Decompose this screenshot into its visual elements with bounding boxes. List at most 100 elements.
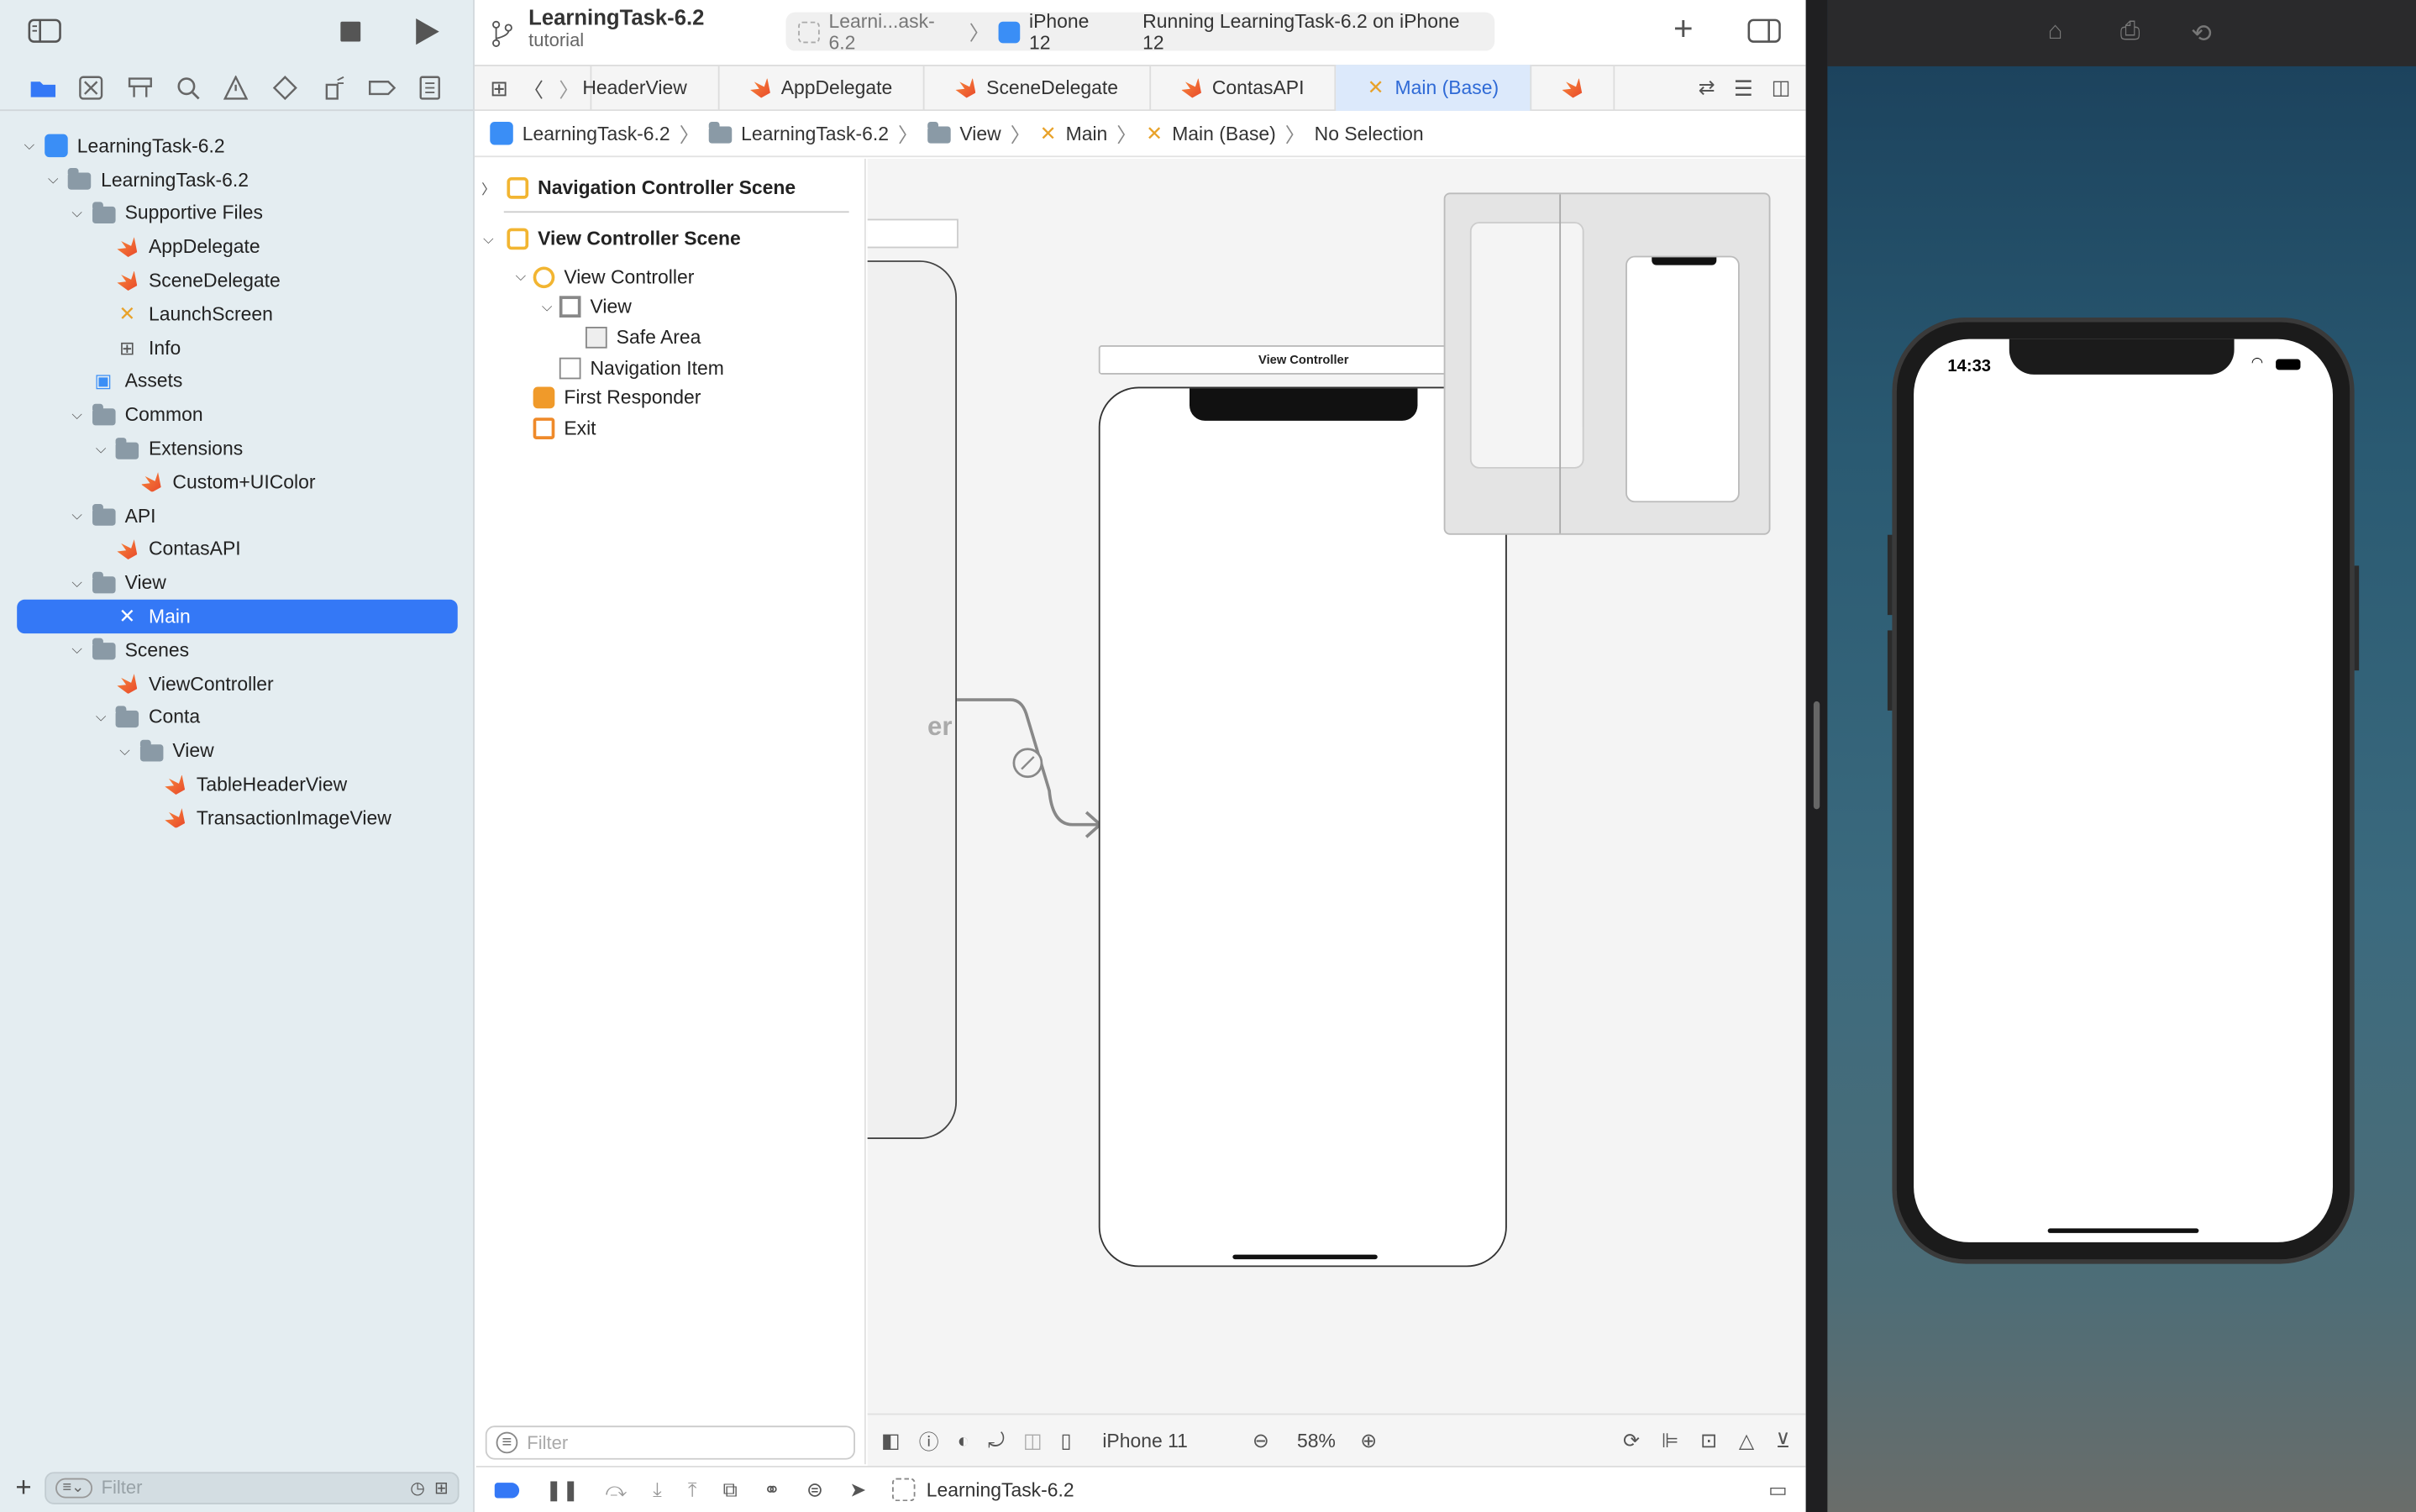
disclosure-expanded-icon[interactable]: ⌵ — [114, 743, 136, 759]
disclosure-collapsed-icon[interactable]: 〉 — [476, 178, 501, 198]
segue-arrow[interactable] — [957, 683, 1103, 853]
inspector-toggle-icon[interactable] — [1747, 18, 1781, 43]
find-navigator-tab[interactable] — [164, 70, 213, 103]
filter-options-icon[interactable]: ≡⌄ — [55, 1477, 92, 1498]
add-icon[interactable]: + — [15, 1471, 31, 1504]
memory-graph-icon[interactable]: ⚭ — [764, 1478, 780, 1502]
editor-tab[interactable]: SceneDelegate — [925, 65, 1151, 112]
overflow-tab[interactable] — [1531, 65, 1615, 112]
align-icon[interactable]: ⊫ — [1662, 1428, 1679, 1452]
outline-item[interactable]: Safe Area — [476, 323, 864, 353]
scheme-selector[interactable]: Learni...ask-6.2 〉 iPhone 12 Running Lea… — [785, 10, 1495, 53]
editor-tab[interactable]: ✕ Main (Base) — [1336, 65, 1531, 112]
sidebar-toggle-icon[interactable] — [28, 18, 61, 43]
outline-item[interactable]: First Responder — [476, 383, 864, 413]
file-tree-item[interactable]: ⊞ Info — [0, 331, 475, 365]
disclosure-expanded-icon[interactable]: ⌵ — [66, 575, 88, 591]
location-icon[interactable]: ➤ — [849, 1478, 866, 1502]
navigator-filter-field[interactable]: ≡⌄ Filter ◷ ⊞ — [44, 1471, 460, 1504]
iphone-screen[interactable]: 14:33 ◠ — [1914, 339, 2333, 1242]
debug-navigator-tab[interactable] — [309, 70, 358, 103]
editor-tab[interactable]: ContasAPI — [1150, 65, 1337, 112]
file-tree-item[interactable]: ✕ LaunchScreen — [0, 297, 475, 331]
outline-scene[interactable]: ⌵ View Controller Scene — [476, 216, 864, 262]
file-tree-item[interactable]: ⌵ Extensions — [0, 432, 475, 465]
report-navigator-tab[interactable] — [406, 70, 454, 103]
disclosure-expanded-icon[interactable]: ⌵ — [508, 269, 533, 286]
jump-bar-segment[interactable]: No Selection — [1315, 123, 1424, 144]
file-tree-item[interactable]: ContasAPI — [0, 533, 475, 566]
symbol-navigator-tab[interactable] — [115, 70, 164, 103]
add-constraints-icon[interactable]: ⊡ — [1700, 1428, 1717, 1452]
storyboard-canvas[interactable]: er View Controller — [867, 158, 1806, 1414]
jump-bar-segment[interactable]: ✕ Main — [1040, 121, 1108, 145]
device-selector[interactable]: iPhone 11 — [1102, 1430, 1188, 1452]
pause-icon[interactable]: ❚❚ — [545, 1478, 579, 1502]
disclosure-expanded-icon[interactable]: ⌵ — [66, 205, 88, 222]
editor-tab[interactable]: HeaderView — [582, 65, 720, 112]
outline-scene[interactable]: 〉 Navigation Controller Scene — [476, 165, 864, 211]
breakpoint-navigator-tab[interactable] — [358, 70, 407, 103]
file-tree-item[interactable]: Custom+UIColor — [0, 465, 475, 499]
swap-icon[interactable]: ⇄ — [1699, 76, 1715, 100]
step-into-icon[interactable]: ⤓ — [653, 1478, 662, 1502]
jump-bar-segment[interactable]: ✕ Main (Base) — [1146, 121, 1276, 145]
file-tree-item[interactable]: SceneDelegate — [0, 264, 475, 297]
outline-item[interactable]: Exit — [476, 413, 864, 444]
file-tree-item[interactable]: ⌵ Conta — [0, 701, 475, 734]
file-tree-item[interactable]: ⌵ API — [0, 499, 475, 533]
device-phone-icon[interactable]: ▯ — [1061, 1428, 1072, 1452]
outline-toggle-icon[interactable]: ◧ — [881, 1428, 901, 1452]
step-out-icon[interactable]: ⤒ — [688, 1478, 697, 1502]
view-debugger-icon[interactable]: ⧉ — [723, 1478, 738, 1502]
file-tree-item[interactable]: ViewController — [0, 667, 475, 701]
update-frames-icon[interactable]: ⟳ — [1623, 1428, 1640, 1452]
appearance-icon[interactable]: ◐ — [958, 1429, 969, 1452]
disclosure-expanded-icon[interactable]: ⌵ — [66, 407, 88, 423]
zoom-in-icon[interactable]: ⊕ — [1360, 1428, 1377, 1452]
file-tree-item[interactable]: ⌵ LearningTask-6.2 — [0, 163, 475, 197]
editor-tab[interactable]: AppDelegate — [719, 65, 925, 112]
file-tree-item[interactable]: TransactionImageView — [0, 801, 475, 835]
disclosure-expanded-icon[interactable]: ⌵ — [534, 299, 559, 316]
back-icon[interactable]: 〈 — [523, 73, 544, 102]
recent-files-icon[interactable]: ◷ — [410, 1478, 425, 1498]
jump-bar-segment[interactable]: LearningTask-6.2 — [708, 121, 889, 144]
file-tree-item[interactable]: ⌵ View — [0, 734, 475, 768]
grid-icon[interactable]: ⊞ — [490, 75, 508, 101]
run-icon[interactable] — [413, 17, 441, 46]
disclosure-expanded-icon[interactable]: ⌵ — [66, 507, 88, 524]
jump-bar-segment[interactable]: View — [927, 121, 1001, 144]
editor-options-icon[interactable]: ☰ — [1734, 75, 1753, 101]
forward-icon[interactable]: 〉 — [559, 73, 579, 102]
file-tree-item[interactable]: TableHeaderView — [0, 768, 475, 801]
debug-area-toggle-icon[interactable]: ▭ — [1768, 1478, 1788, 1502]
add-editor-icon[interactable]: ◫ — [1772, 76, 1791, 100]
outline-item[interactable]: ⌵ View — [476, 292, 864, 323]
navigation-controller-scene[interactable]: er — [867, 260, 958, 1139]
disclosure-expanded-icon[interactable]: ⌵ — [42, 171, 64, 188]
file-tree-item[interactable]: ⌵ Scenes — [0, 633, 475, 667]
step-over-icon[interactable]: ⤼ — [605, 1478, 627, 1502]
file-tree-item[interactable]: ⌵ View — [0, 566, 475, 600]
rotate-icon[interactable]: ⟲ — [2191, 18, 2212, 50]
orientation-icon[interactable]: ⤾ — [988, 1428, 1005, 1452]
file-tree-item[interactable]: ⌵ Supportive Files — [0, 197, 475, 230]
embed-in-icon[interactable]: ⊻ — [1776, 1428, 1790, 1452]
zoom-out-icon[interactable]: ⊖ — [1253, 1428, 1269, 1452]
file-tree-item[interactable]: AppDelegate — [0, 230, 475, 264]
resolve-issues-icon[interactable]: △ — [1739, 1428, 1754, 1452]
file-tree-item[interactable]: ⌵ LearningTask-6.2 — [0, 129, 475, 163]
add-library-icon[interactable]: + — [1673, 9, 1694, 50]
jump-bar-segment[interactable]: LearningTask-6.2 — [490, 121, 670, 145]
project-navigator-tab[interactable] — [18, 70, 67, 103]
disclosure-expanded-icon[interactable]: ⌵ — [90, 709, 112, 726]
disclosure-expanded-icon[interactable]: ⌵ — [18, 138, 40, 155]
disclosure-expanded-icon[interactable]: ⌵ — [66, 642, 88, 659]
outline-filter-field[interactable]: ≡ Filter — [485, 1425, 855, 1460]
outline-item[interactable]: Navigation Item — [476, 353, 864, 383]
file-tree-item[interactable]: ✕ Main — [17, 600, 458, 634]
test-navigator-tab[interactable] — [260, 70, 309, 103]
file-tree-item[interactable]: ⌵ Common — [0, 398, 475, 432]
split-icon[interactable]: ◫ — [1023, 1428, 1043, 1452]
